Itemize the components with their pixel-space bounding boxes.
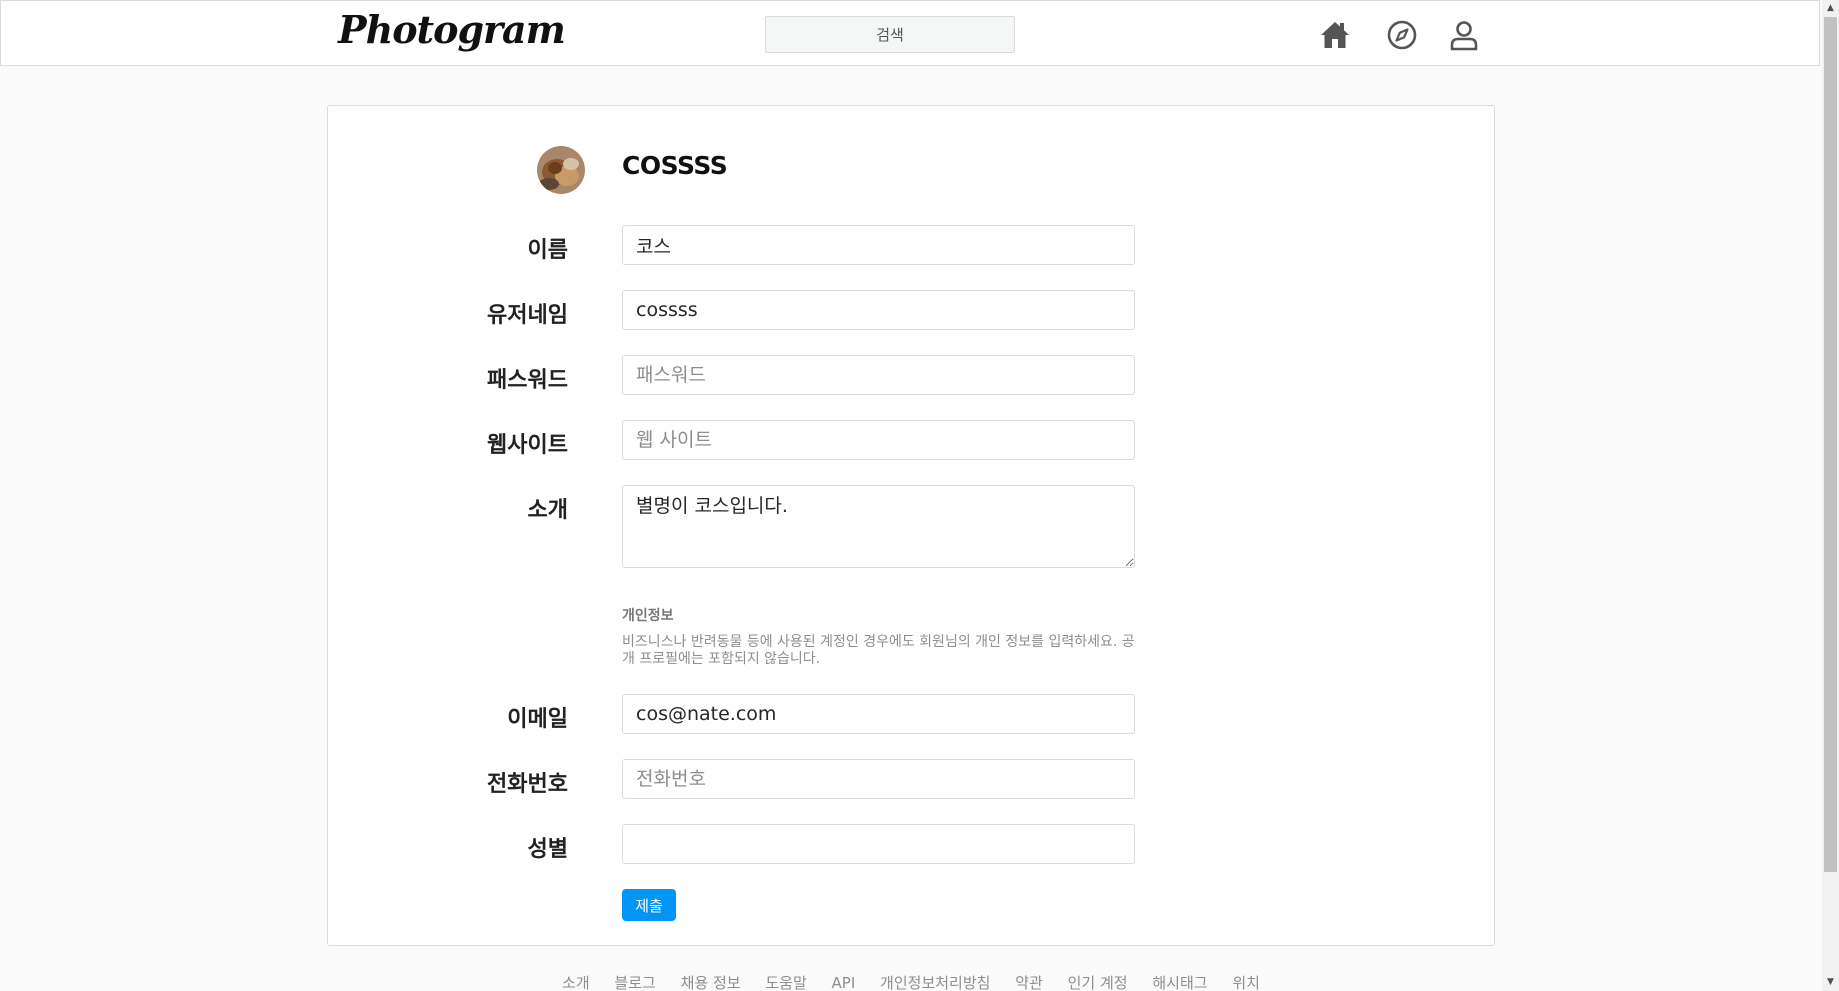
private-info-title: 개인정보 [622,608,674,624]
footer-link-hashtags[interactable]: 해시태그 [1152,974,1207,991]
scroll-down-arrow-icon[interactable]: ▼ [1822,974,1839,991]
home-icon[interactable] [1318,18,1352,52]
profile-username-title: COSSSS [622,151,728,180]
footer-link-jobs[interactable]: 채용 정보 [681,974,741,991]
footer-links: 소개 블로그 채용 정보 도움말 API 개인정보처리방침 약관 인기 계정 해… [0,972,1822,991]
avatar [537,146,585,194]
footer-link-api[interactable]: API [832,974,856,991]
name-label: 이름 [527,238,568,263]
email-input[interactable] [622,694,1135,734]
bio-label: 소개 [527,498,568,523]
website-label: 웹사이트 [487,433,568,458]
page: Photogram 검색 COSSSS 이름 코스 유저네임 cossss 패스… [0,0,1822,991]
username-input[interactable] [622,290,1135,330]
photogram-logo[interactable]: Photogram [338,7,566,52]
top-navbar: Photogram [0,0,1820,66]
username-label: 유저네임 [487,303,568,328]
footer-link-privacy[interactable]: 개인정보처리방침 [880,974,990,991]
email-label: 이메일 [507,707,568,732]
scrollbar-thumb[interactable] [1824,17,1837,872]
footer-link-about[interactable]: 소개 [562,974,590,991]
compass-icon[interactable] [1385,18,1419,52]
footer-link-locations[interactable]: 위치 [1232,974,1260,991]
phone-label: 전화번호 [487,772,568,797]
password-input[interactable] [622,355,1135,395]
footer-link-blog[interactable]: 블로그 [614,974,655,991]
user-icon[interactable] [1447,18,1481,52]
private-info-description: 비즈니스나 반려동물 등에 사용된 계정인 경우에도 회원님의 개인 정보를 입… [622,634,1135,667]
footer-link-top-accounts[interactable]: 인기 계정 [1068,974,1128,991]
footer-link-terms[interactable]: 약관 [1015,974,1043,991]
gender-label: 성별 [527,837,568,862]
scroll-up-arrow-icon[interactable]: ▲ [1822,0,1839,17]
search-input[interactable] [765,16,1015,53]
footer-link-help[interactable]: 도움말 [765,974,806,991]
password-label: 패스워드 [487,368,568,393]
vertical-scrollbar[interactable]: ▲ ▼ [1822,0,1839,991]
submit-button[interactable]: 제출 [622,889,676,921]
bio-textarea[interactable]: 별명이 코스입니다. [622,485,1135,568]
gender-input[interactable] [622,824,1135,864]
website-input[interactable] [622,420,1135,460]
name-input[interactable] [622,225,1135,265]
phone-input[interactable] [622,759,1135,799]
